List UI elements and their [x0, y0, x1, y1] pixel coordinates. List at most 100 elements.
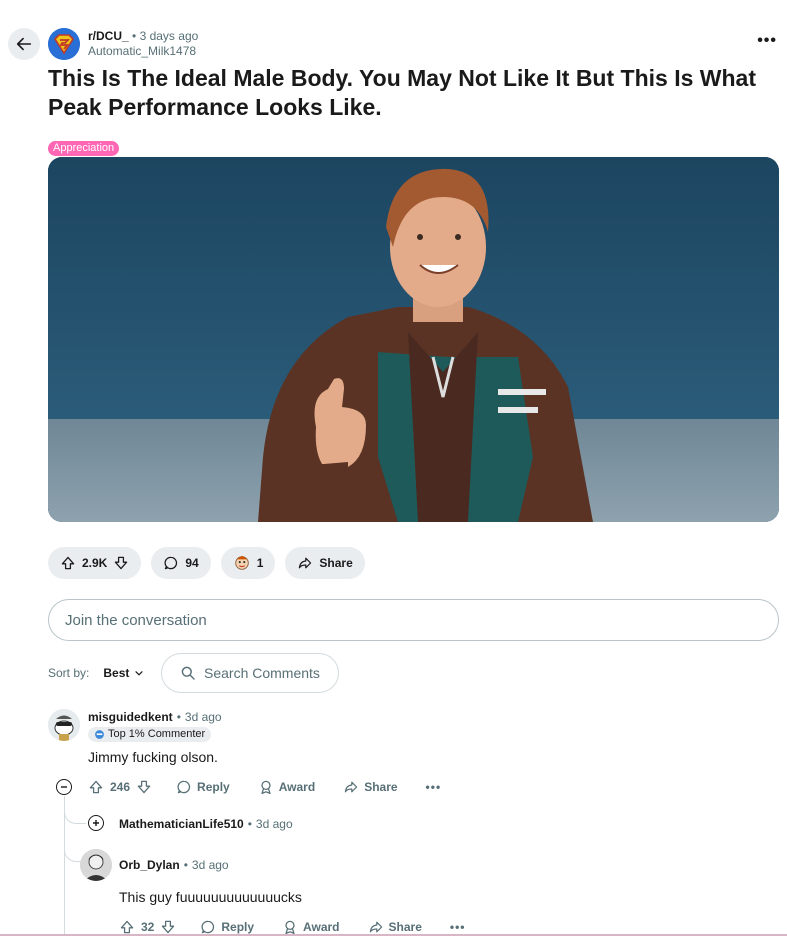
- award-button[interactable]: Award: [282, 919, 340, 935]
- share-button[interactable]: Share: [343, 779, 398, 795]
- collapse-thread-button[interactable]: [56, 779, 72, 795]
- meta-separator: •: [183, 858, 188, 872]
- post-photo: [48, 157, 779, 522]
- upvote-button[interactable]: [60, 555, 76, 571]
- downvote-button[interactable]: [136, 779, 152, 795]
- award-icon: [285, 920, 295, 935]
- comment-count: 94: [185, 556, 199, 570]
- reply-label: Reply: [197, 780, 230, 794]
- thread-connector: [64, 808, 86, 824]
- user-photo-avatar-icon: [80, 849, 112, 881]
- award-button[interactable]: Award: [258, 779, 315, 795]
- post-author[interactable]: Automatic_Milk1478: [88, 44, 198, 59]
- share-button[interactable]: Share: [368, 919, 422, 935]
- comment-author[interactable]: MathematicianLife510: [119, 817, 244, 832]
- upvote-button[interactable]: [119, 919, 135, 935]
- award-label: Award: [278, 780, 316, 794]
- arrow-up-icon: [61, 556, 75, 570]
- comment-body: This guy fuuuuuuuuuuuuucks: [119, 889, 302, 905]
- comment-time: 3d ago: [184, 710, 222, 724]
- search-icon: [181, 666, 195, 680]
- sort-control: Sort by: Best: [48, 666, 145, 680]
- share-label: Share: [364, 780, 398, 794]
- award-label: Award: [303, 920, 340, 934]
- post-actions: 2.9K 94 1 Share: [48, 547, 365, 579]
- arrow-down-icon: [115, 556, 128, 570]
- share-icon: [299, 557, 312, 569]
- share-label: Share: [388, 920, 422, 934]
- post-more-button[interactable]: •••: [757, 32, 777, 50]
- comment-vote-count: 32: [141, 920, 155, 934]
- comment-icon: [177, 780, 191, 794]
- reply-label: Reply: [221, 920, 255, 934]
- arrow-down-icon: [162, 920, 175, 934]
- subreddit-avatar[interactable]: [48, 28, 80, 60]
- vote-pill: 2.9K: [48, 547, 142, 579]
- sort-dropdown[interactable]: Best: [103, 666, 145, 680]
- reply-button[interactable]: Reply: [200, 919, 254, 935]
- comment-icon: [164, 556, 178, 570]
- meta-separator: •: [247, 817, 252, 831]
- comment-body: Jimmy fucking olson.: [88, 749, 218, 765]
- top-commenter-badge: Top 1% Commenter: [88, 727, 212, 742]
- comment-actions: 246 Reply Award Share •••: [88, 779, 441, 795]
- avatar[interactable]: [48, 709, 80, 741]
- post-image[interactable]: [48, 157, 779, 522]
- badge-icon: [95, 730, 104, 739]
- award-button[interactable]: 1: [220, 547, 276, 579]
- comments-button[interactable]: 94: [151, 547, 211, 579]
- vote-count: 2.9K: [82, 556, 108, 570]
- post-flair[interactable]: Appreciation: [48, 141, 120, 156]
- badge-label: Top 1% Commenter: [108, 728, 206, 740]
- join-conversation-input[interactable]: Join the conversation: [48, 599, 779, 641]
- comment-vote-count: 246: [110, 780, 131, 794]
- comment-time: 3d ago: [255, 817, 293, 831]
- arrow-up-icon: [89, 780, 103, 794]
- comment-header: Orb_Dylan • 3d ago: [119, 858, 229, 873]
- post-time: 3 days ago: [139, 29, 199, 43]
- post-meta: r/DCU_ • 3 days ago Automatic_Milk1478: [88, 29, 198, 59]
- upvote-button[interactable]: [88, 779, 104, 795]
- back-button[interactable]: [8, 28, 40, 60]
- comment-author[interactable]: misguidedkent: [88, 710, 173, 725]
- snoo-avatar-icon: [48, 709, 80, 741]
- downvote-button[interactable]: [160, 919, 176, 935]
- minus-icon: [61, 786, 67, 788]
- thread-connector: [64, 840, 82, 862]
- sort-value: Best: [103, 666, 130, 680]
- comment-icon: [201, 920, 215, 934]
- comment-author[interactable]: Orb_Dylan: [119, 858, 180, 873]
- plus-icon: [93, 820, 99, 826]
- share-icon: [369, 921, 382, 933]
- sort-label: Sort by:: [48, 666, 90, 680]
- comment-time: 3d ago: [191, 858, 229, 872]
- join-conversation-placeholder: Join the conversation: [65, 611, 207, 629]
- arrow-down-icon: [137, 780, 151, 794]
- superman-logo-icon: [48, 28, 80, 60]
- avatar[interactable]: [80, 849, 112, 881]
- comment-vote: 246: [88, 779, 152, 795]
- award-count: 1: [256, 556, 264, 570]
- reply-button[interactable]: Reply: [176, 779, 230, 795]
- expand-thread-button[interactable]: [88, 815, 104, 831]
- chevron-down-icon: [135, 671, 143, 676]
- downvote-button[interactable]: [113, 555, 129, 571]
- share-label: Share: [319, 556, 353, 570]
- award-icon: [261, 780, 271, 795]
- comment-header: MathematicianLife510 • 3d ago: [119, 817, 293, 832]
- meta-separator: •: [176, 710, 181, 724]
- comment-actions: 32 Reply Award Share •••: [119, 919, 465, 935]
- comment-vote: 32: [119, 919, 176, 935]
- search-comments-input[interactable]: Search Comments: [161, 653, 339, 693]
- award-emoji-icon: [234, 555, 249, 570]
- comment-more-button[interactable]: •••: [450, 920, 466, 934]
- meta-separator: •: [132, 29, 137, 43]
- subreddit-name[interactable]: r/DCU_: [88, 29, 129, 43]
- bottom-divider: [0, 934, 787, 936]
- arrow-up-icon: [120, 920, 134, 934]
- share-icon: [344, 781, 358, 793]
- post-title: This Is The Ideal Male Body. You May Not…: [48, 65, 756, 120]
- comment-more-button[interactable]: •••: [426, 780, 442, 794]
- arrow-left-icon: [16, 37, 32, 51]
- share-button[interactable]: Share: [285, 547, 365, 579]
